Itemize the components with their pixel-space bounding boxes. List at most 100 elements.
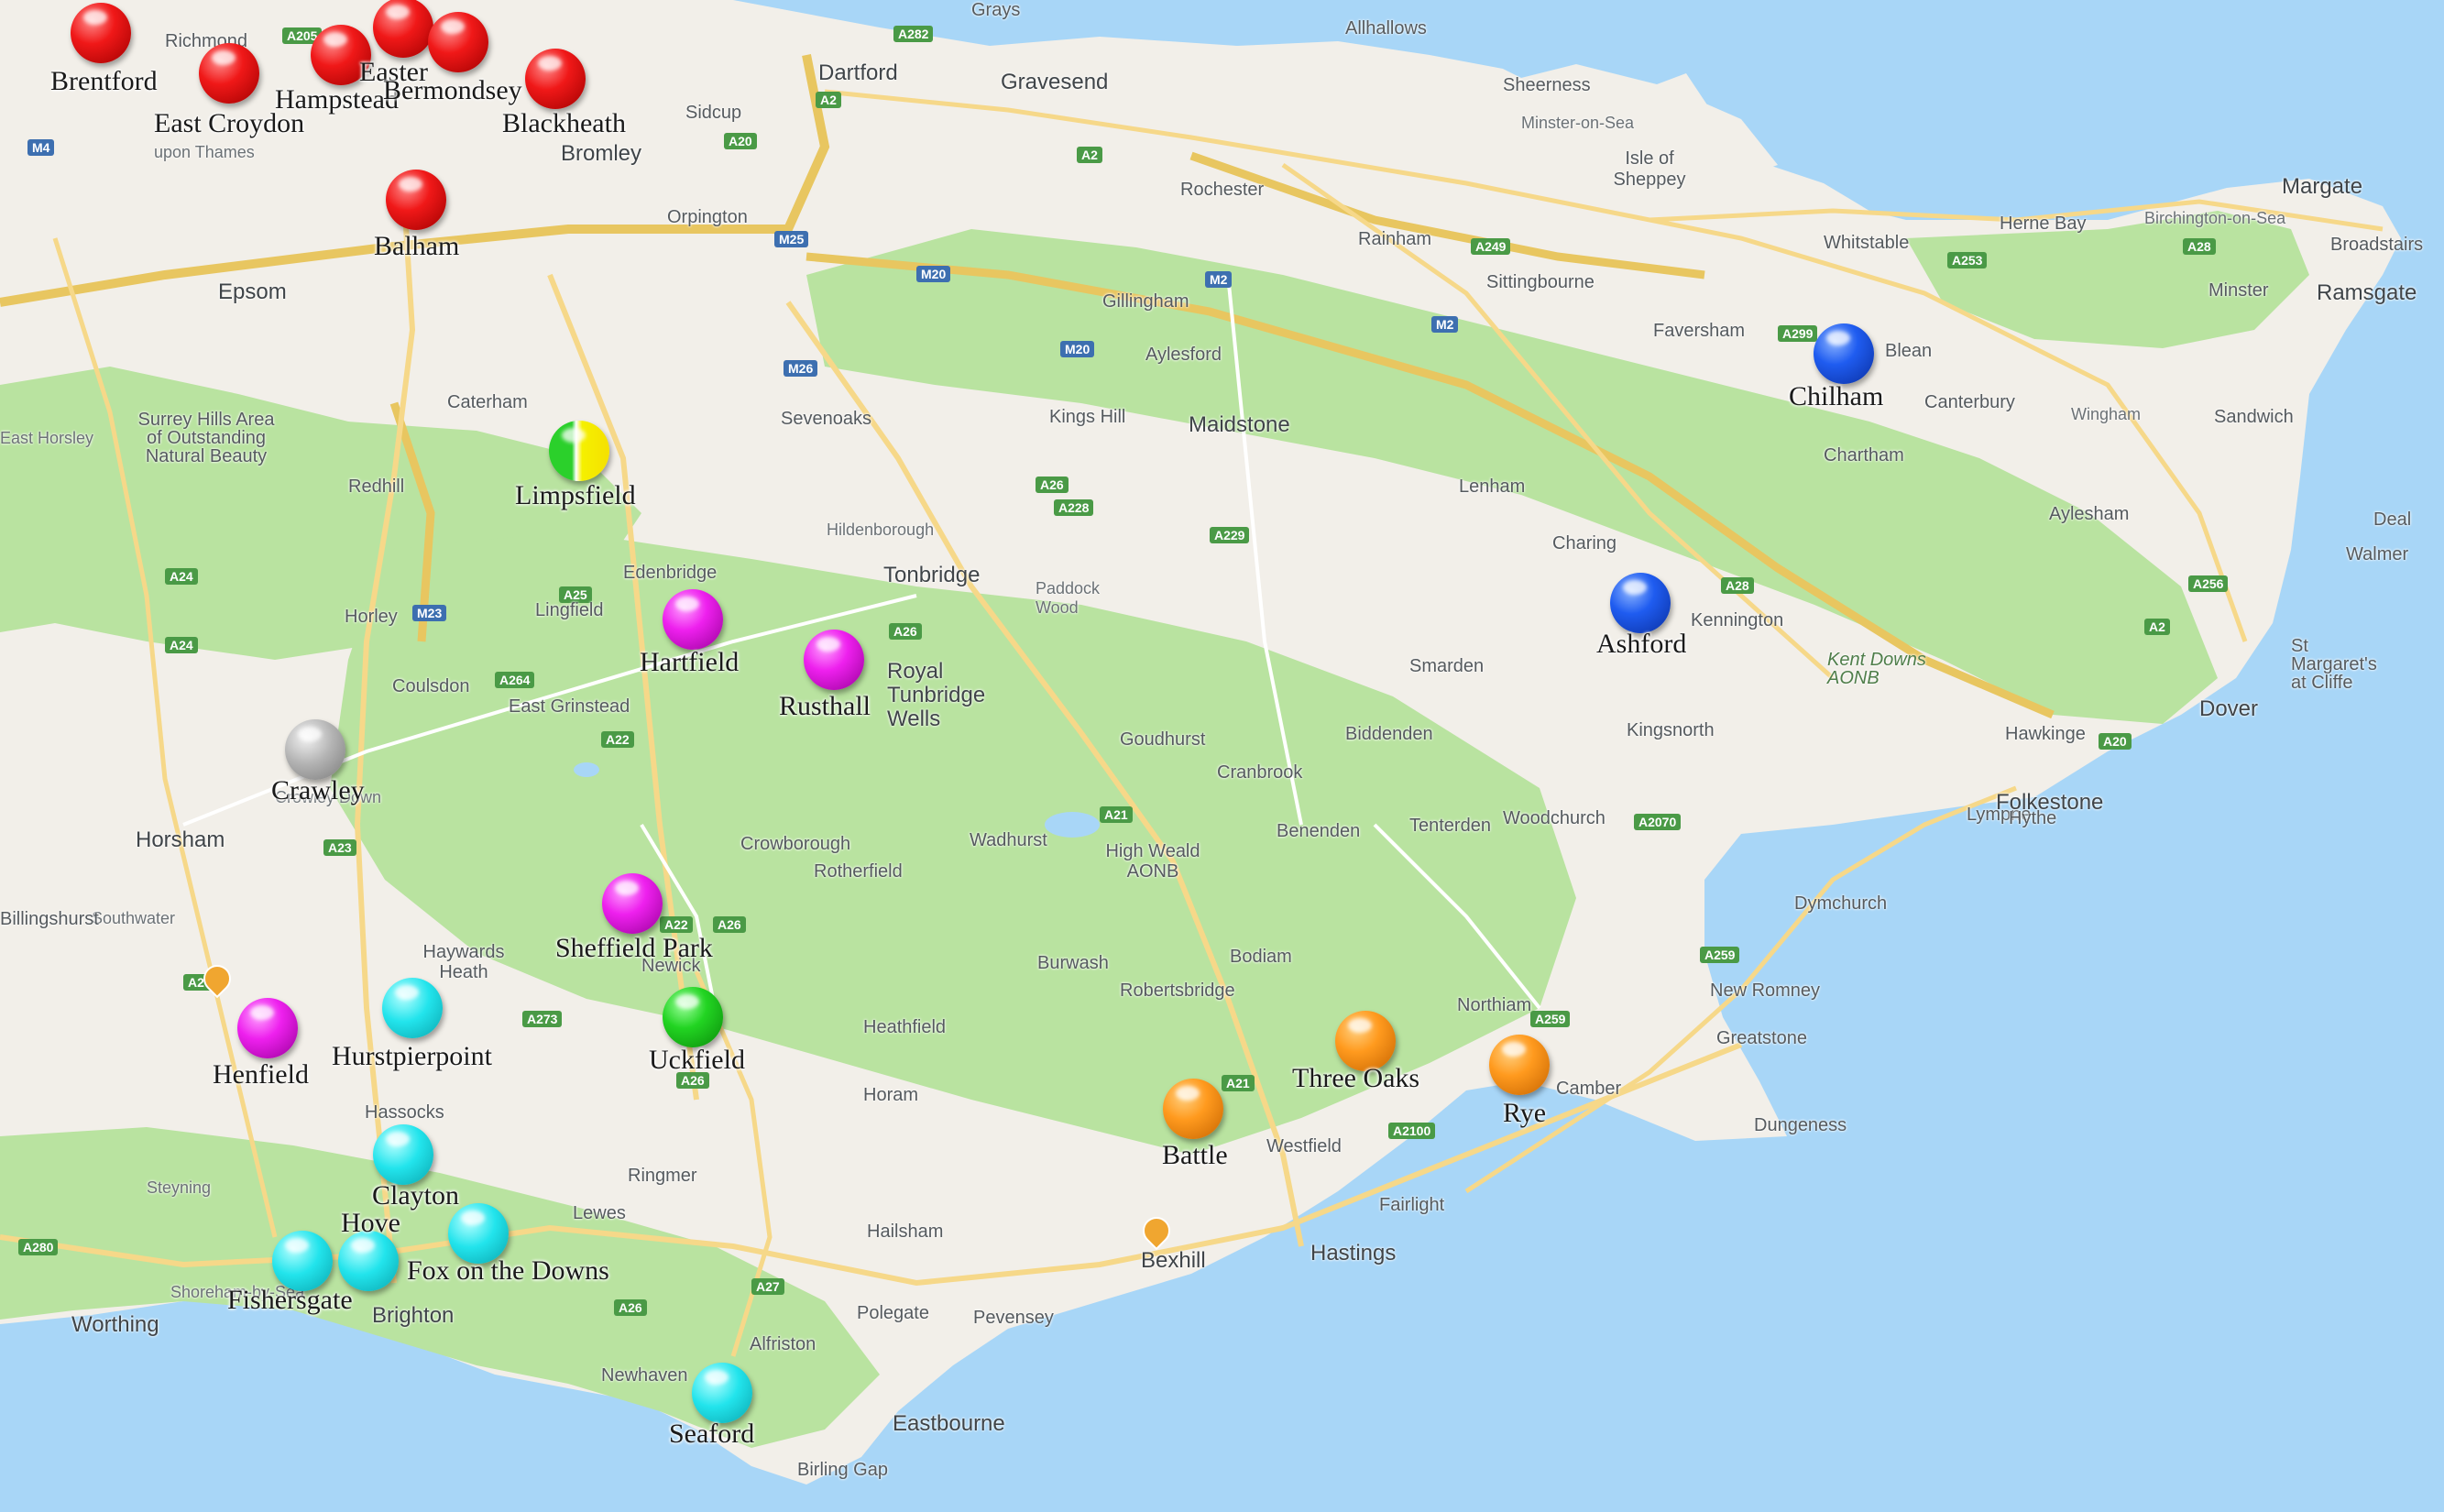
marker-label: Bermondsey [383, 75, 522, 105]
base-label: Burwash [1037, 953, 1109, 973]
base-label: Fairlight [1379, 1195, 1445, 1215]
base-label: Billingshurst [0, 909, 99, 929]
road-shield-a21b: A21 [1222, 1075, 1255, 1091]
marker-label: Crawley [271, 775, 365, 805]
base-label: Herne Bay [2000, 214, 2087, 234]
base-label: Kingsnorth [1627, 720, 1715, 740]
marker-label: Seaford [669, 1419, 755, 1449]
map-marker[interactable] [1814, 323, 1874, 384]
road-shield-a22: A22 [601, 731, 634, 748]
base-label: Ramsgate [2317, 280, 2417, 305]
map-marker[interactable] [525, 49, 586, 109]
map-marker[interactable] [663, 987, 723, 1047]
base-label: Horley [345, 607, 398, 627]
base-label: Kennington [1691, 610, 1784, 630]
road-shield-a26b: A26 [889, 623, 922, 640]
road-shield-a253: A253 [1947, 252, 1988, 268]
base-label: Aylesham [2049, 504, 2130, 524]
road-shield-a28: A28 [2183, 238, 2216, 255]
bewl-water [1045, 812, 1100, 838]
base-label: Hailsham [867, 1222, 944, 1242]
marker-label: Uckfield [649, 1045, 745, 1075]
road-shield-a229: A229 [1210, 527, 1250, 543]
base-label: Polegate [857, 1303, 929, 1323]
base-label: Horsham [136, 827, 225, 852]
base-label: Tenterden [1409, 816, 1491, 836]
map-marker[interactable] [663, 589, 723, 650]
base-label: Deal [2373, 509, 2412, 530]
road-shield-a20: A20 [724, 133, 757, 149]
base-label: Rochester [1180, 180, 1265, 200]
map-marker[interactable] [285, 719, 345, 780]
base-label: Wadhurst [970, 830, 1047, 850]
marker-label: Rusthall [779, 691, 871, 721]
road-shield-a26e: A26 [614, 1299, 647, 1316]
base-label: Maidstone [1189, 412, 1290, 437]
base-label: Ringmer [628, 1166, 697, 1186]
base-label: Lenham [1459, 477, 1526, 497]
map-marker[interactable] [71, 3, 131, 63]
base-label: Northiam [1457, 995, 1532, 1015]
base-label: Orpington [667, 207, 748, 227]
road-shield-a228: A228 [1054, 499, 1094, 516]
base-label: Goudhurst [1120, 729, 1206, 750]
base-label: Royal Tunbridge Wells [887, 659, 986, 731]
road-shield-a2: A2 [816, 92, 841, 108]
road-shield-a280: A280 [18, 1239, 59, 1255]
base-label: Sandwich [2214, 407, 2294, 427]
road-shield-a23: A23 [323, 839, 356, 856]
map-marker[interactable] [373, 0, 433, 58]
road-shield-m20b: M20 [1060, 341, 1095, 357]
base-label: Caterham [447, 392, 528, 412]
map-marker[interactable] [373, 1124, 433, 1185]
road-shield-a28b: A28 [1721, 577, 1754, 594]
map-marker[interactable] [199, 43, 259, 104]
map-marker[interactable] [386, 170, 446, 230]
base-label: Isle of Sheppey [1613, 148, 1686, 190]
map-marker[interactable] [382, 978, 443, 1038]
base-label: Margate [2282, 174, 2363, 199]
map-marker[interactable] [1163, 1079, 1223, 1139]
map-marker[interactable] [602, 873, 663, 934]
base-label: Camber [1556, 1079, 1622, 1099]
marker-label: Clayton [372, 1180, 459, 1211]
base-label: Chartham [1824, 445, 1904, 466]
road-shield-a259b: A259 [1700, 947, 1740, 963]
base-label: St Margaret's at Cliffe [2291, 636, 2377, 693]
road-shield-a282: A282 [893, 26, 934, 42]
base-label: Southwater [92, 909, 176, 927]
base-label: Paddock Wood [1036, 579, 1101, 617]
base-label: High Weald AONB [1105, 841, 1200, 882]
map-marker[interactable] [237, 998, 298, 1058]
base-label: Walmer [2346, 544, 2409, 564]
road-shield-a20: A20 [2099, 733, 2132, 750]
base-label: upon Thames [154, 143, 255, 161]
map-marker[interactable] [338, 1231, 399, 1291]
map-marker[interactable] [692, 1363, 752, 1423]
road-shield-a2100: A2100 [1388, 1123, 1436, 1139]
road-shield-m20: M20 [916, 266, 951, 282]
base-label: East Horsley [0, 429, 94, 447]
map-marker[interactable] [272, 1231, 333, 1291]
base-label: Heathfield [863, 1017, 947, 1037]
base-label: Brighton [372, 1303, 455, 1328]
base-label: Worthing [71, 1312, 159, 1337]
base-label: Grays [971, 0, 1021, 20]
base-label: Crowborough [740, 834, 851, 854]
base-label: Coulsdon [392, 676, 470, 696]
map-marker[interactable] [1489, 1035, 1550, 1095]
base-label: Blean [1885, 341, 1933, 361]
base-label: Faversham [1653, 321, 1746, 341]
base-label: Lingfield [535, 600, 604, 620]
marker-label: Brentford [50, 66, 158, 96]
marker-label: Three Oaks [1292, 1063, 1420, 1093]
base-label: Sevenoaks [781, 409, 871, 429]
base-label: Surrey Hills Area of Outstanding Natural… [137, 410, 275, 466]
map-marker[interactable] [549, 421, 609, 481]
map-marker[interactable] [804, 630, 864, 690]
base-label: Benenden [1277, 821, 1361, 841]
map-marker[interactable] [428, 12, 488, 72]
map-marker[interactable] [1610, 573, 1671, 633]
map-viewport[interactable]: M4 A205 A282 A2 A20 A2 M25 M20 M2 A249 M… [0, 0, 2444, 1512]
base-label: Woodchurch [1503, 808, 1606, 828]
